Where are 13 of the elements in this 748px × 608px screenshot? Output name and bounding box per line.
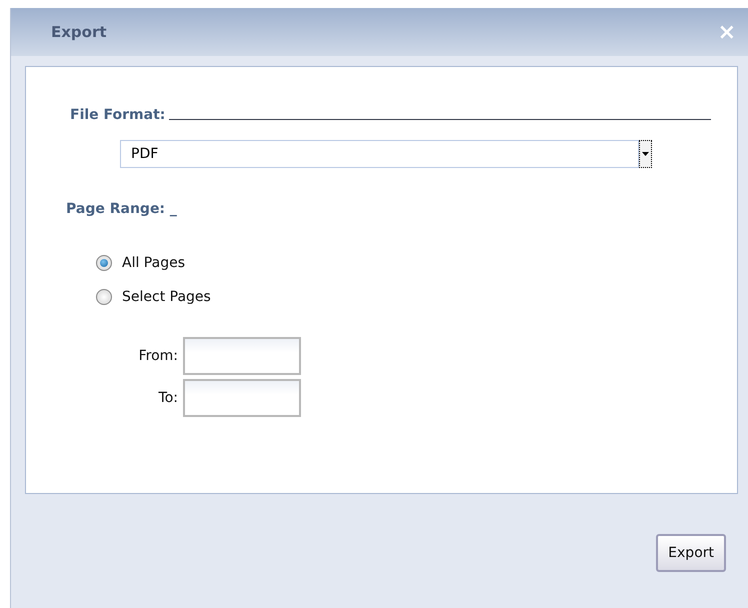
format-dropdown[interactable]: PDF bbox=[120, 140, 639, 168]
radio-option[interactable]: All Pages bbox=[96, 255, 711, 271]
input-field[interactable] bbox=[183, 337, 301, 375]
from-label: From: bbox=[138, 348, 178, 364]
to-label: To: bbox=[158, 390, 178, 406]
caret-icon bbox=[642, 152, 649, 156]
file-format-label: File Format: bbox=[70, 107, 166, 123]
radio-option[interactable]: Select Pages bbox=[96, 289, 711, 305]
export-button[interactable]: Export bbox=[656, 534, 726, 572]
dropdown-button[interactable] bbox=[639, 140, 652, 168]
page-range-label: Page Range: _ bbox=[66, 201, 177, 217]
input-field[interactable] bbox=[183, 379, 301, 417]
window-title: Export bbox=[51, 23, 107, 41]
